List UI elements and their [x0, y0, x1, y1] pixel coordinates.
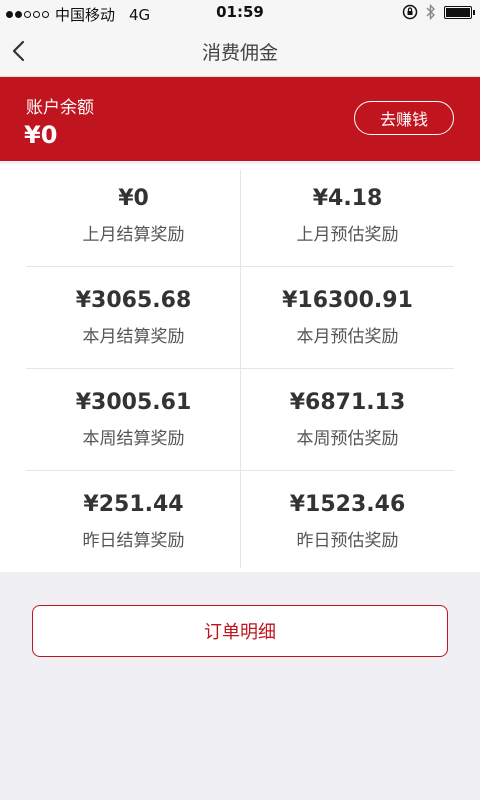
reward-amount: ¥3005.61: [75, 390, 192, 415]
reward-label: 本月结算奖励: [82, 327, 185, 347]
reward-amount: ¥16300.91: [282, 288, 413, 313]
reward-amount: ¥0: [118, 186, 149, 211]
reward-amount: ¥3065.68: [75, 288, 192, 313]
reward-cell-this-week-estimated: ¥6871.13 本周预估奖励: [240, 368, 455, 470]
reward-label: 本周结算奖励: [82, 429, 185, 449]
reward-label: 昨日预估奖励: [296, 531, 399, 551]
page-title: 消费佣金: [201, 42, 278, 64]
reward-cell-yesterday-settled: ¥251.44 昨日结算奖励: [26, 470, 241, 572]
rewards-grid: ¥0 上月结算奖励 ¥4.18 上月预估奖励 ¥3065.68 本月结算奖励 ¥…: [0, 164, 480, 572]
reward-label: 本周预估奖励: [296, 429, 399, 449]
status-bar: 中国移动 4G 01:59: [0, 0, 480, 26]
reward-label: 上月结算奖励: [82, 225, 185, 245]
reward-label: 本月预估奖励: [296, 327, 399, 347]
balance-amount: ¥0: [24, 121, 58, 149]
reward-label: 上月预估奖励: [296, 225, 399, 245]
nav-bar: 消费佣金: [0, 26, 480, 77]
reward-cell-this-week-settled: ¥3005.61 本周结算奖励: [26, 368, 241, 470]
reward-amount: ¥6871.13: [289, 390, 406, 415]
reward-amount: ¥251.44: [83, 492, 184, 517]
balance-label: 账户余额: [26, 98, 94, 118]
battery-icon: [444, 5, 475, 19]
reward-amount: ¥1523.46: [289, 492, 406, 517]
reward-cell-last-month-estimated: ¥4.18 上月预估奖励: [240, 164, 455, 266]
balance-banner: 账户余额 ¥0 去赚钱: [0, 77, 480, 161]
reward-cell-last-month-settled: ¥0 上月结算奖励: [26, 164, 241, 266]
status-right: [402, 4, 475, 20]
reward-amount: ¥4.18: [312, 186, 383, 211]
reward-cell-this-month-settled: ¥3065.68 本月结算奖励: [26, 266, 241, 368]
rotation-lock-icon: [402, 4, 418, 20]
reward-cell-this-month-estimated: ¥16300.91 本月预估奖励: [240, 266, 455, 368]
reward-cell-yesterday-estimated: ¥1523.46 昨日预估奖励: [240, 470, 455, 572]
order-details-button[interactable]: 订单明细: [32, 605, 448, 657]
earn-money-button[interactable]: 去赚钱: [354, 101, 454, 135]
reward-label: 昨日结算奖励: [82, 531, 185, 551]
bluetooth-icon: [426, 4, 435, 20]
